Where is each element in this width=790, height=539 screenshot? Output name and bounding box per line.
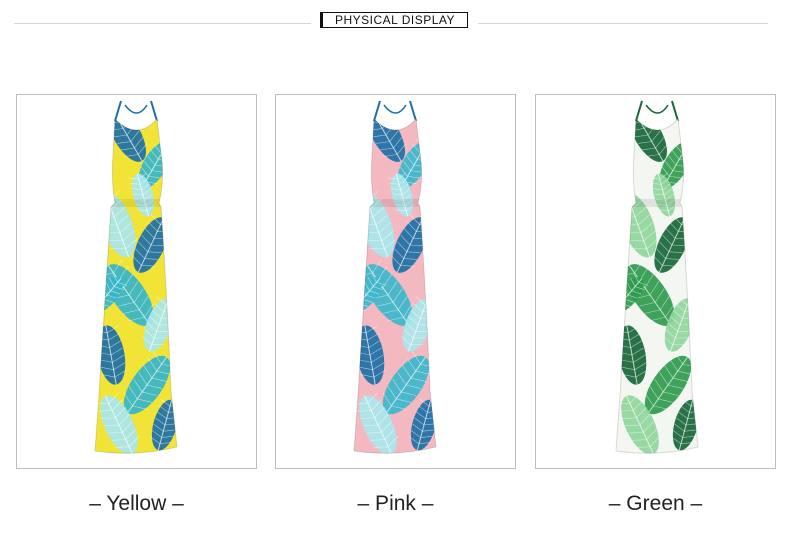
back-tie [124,104,148,114]
product-card-green[interactable] [535,94,776,469]
waistband [107,199,167,207]
header-rule-left [14,23,311,24]
dress-image-pink [353,100,437,454]
dress-image-green [615,100,699,454]
waistband [628,199,688,207]
product-caption-pink: – Pink – [357,492,434,515]
back-tie [645,104,669,114]
section-heading: PHYSICAL DISPLAY [320,12,468,28]
strap [373,100,417,122]
product-card-yellow[interactable] [16,94,257,469]
header-rule-right [478,23,768,24]
waistband [366,199,426,207]
product-caption-yellow: – Yellow – [89,492,184,515]
strap [114,100,158,122]
section-heading-label: PHYSICAL DISPLAY [334,13,456,27]
strap [635,100,679,122]
product-card-pink[interactable] [275,94,516,469]
dress-image-yellow [94,100,178,454]
product-caption-green: – Green – [608,492,703,515]
back-tie [383,104,407,114]
